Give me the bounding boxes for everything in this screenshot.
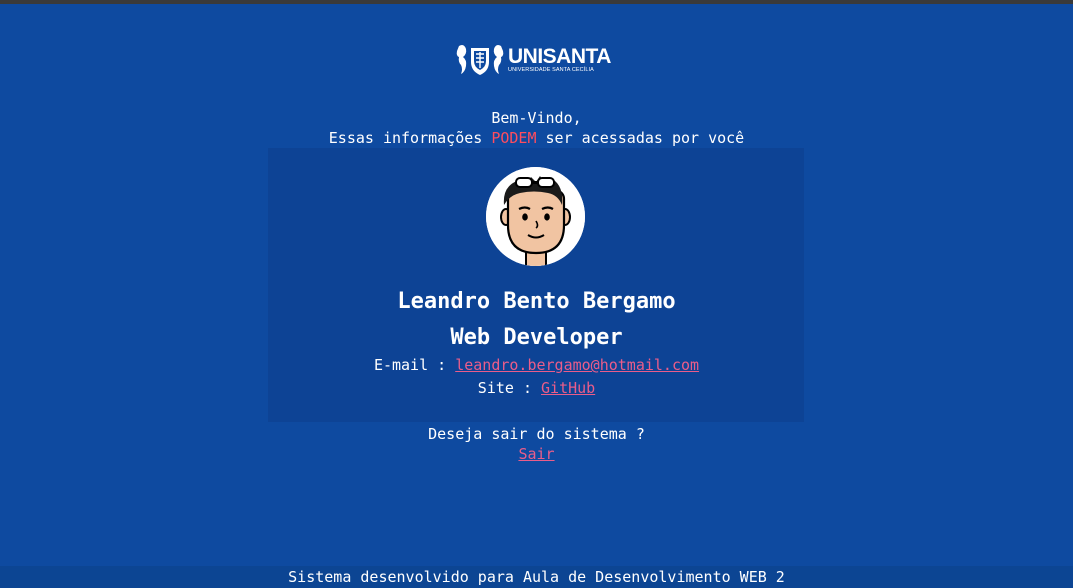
seahorse-emblem-icon	[456, 45, 504, 75]
site-label: Site :	[477, 379, 542, 397]
email-label: E-mail :	[373, 356, 456, 374]
contact-site-row: Site : GitHub	[0, 378, 1073, 398]
welcome-message: Bem-Vindo, Essas informações PODEM ser a…	[0, 108, 1073, 148]
profile-role: Web Developer	[450, 325, 623, 350]
avatar	[486, 167, 585, 266]
logout-link-row: Sair	[0, 444, 1073, 464]
footer-text: Sistema desenvolvido para Aula de Desenv…	[288, 568, 785, 586]
welcome-info-line: Essas informações PODEM ser acessadas po…	[0, 128, 1073, 148]
cartoon-avatar-icon	[486, 167, 585, 266]
unisanta-logo: UNISANTA UNIVERSIDADE SANTA CECÍLIA	[455, 42, 620, 78]
footer: Sistema desenvolvido para Aula de Desenv…	[0, 566, 1073, 588]
window-top-border	[0, 0, 1073, 4]
logout-link[interactable]: Sair	[518, 445, 554, 463]
github-link[interactable]: GitHub	[541, 379, 595, 397]
logout-question: Deseja sair do sistema ?	[428, 425, 645, 443]
welcome-info-prefix: Essas informações	[328, 129, 492, 147]
contact-email-row: E-mail : leandro.bergamo@hotmail.com	[0, 355, 1073, 375]
email-link[interactable]: leandro.bergamo@hotmail.com	[455, 356, 699, 374]
logo-subtitle: UNIVERSIDADE SANTA CECÍLIA	[508, 67, 594, 74]
welcome-highlight: PODEM	[491, 129, 537, 147]
welcome-info-suffix: ser acessadas por você	[536, 129, 745, 147]
logo-wordmark: UNISANTA	[508, 45, 611, 69]
welcome-greeting: Bem-Vindo,	[491, 109, 582, 127]
profile-name: Leandro Bento Bergamo	[397, 289, 676, 314]
